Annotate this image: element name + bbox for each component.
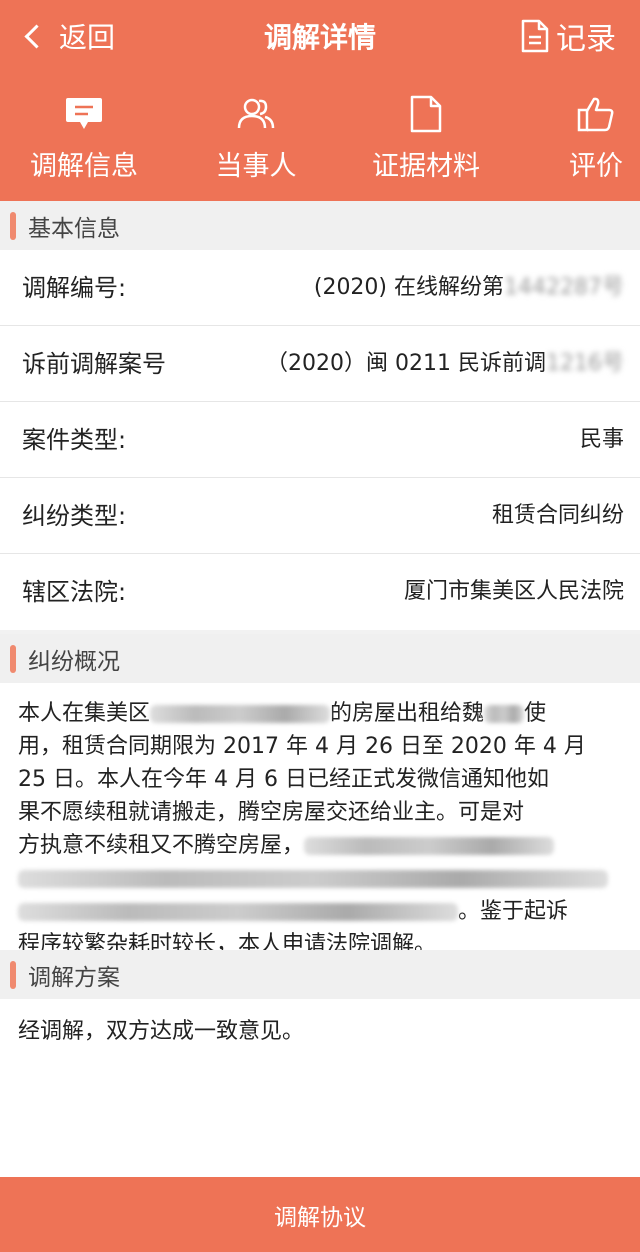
dispute-text: 本人在集美区 的房屋出租给魏 使 用，租赁合同期限为 2017 年 4 月 26 日… bbox=[0, 683, 640, 961]
tab-mediation-info[interactable]: 调解信息 bbox=[26, 94, 142, 183]
section-title: 基本信息 bbox=[28, 215, 120, 242]
app-header: 返回 调解详情 记录 调解信息 当事人 证据材料 评价 bbox=[0, 0, 640, 201]
tab-parties[interactable]: 当事人 bbox=[212, 94, 300, 183]
chat-bubble-icon bbox=[64, 94, 104, 134]
row-value: 租赁合同纠纷 bbox=[491, 503, 624, 528]
tab-label: 调解信息 bbox=[30, 151, 138, 182]
mediation-agreement-button[interactable]: 调解协议 bbox=[0, 1177, 640, 1252]
row-value-blurred: 1216号 bbox=[546, 351, 624, 376]
info-row-dispute-type: 纠纷类型: 租赁合同纠纷 bbox=[0, 478, 640, 554]
dispute-text-line: 25 日。本人在今年 4 月 6 日已经正式发微信通知他如 bbox=[18, 767, 549, 792]
row-value: 民事 bbox=[579, 427, 624, 452]
info-row-case-type: 案件类型: 民事 bbox=[0, 402, 640, 478]
dispute-text-segment: 本人在集美区 bbox=[18, 701, 151, 726]
section-dispute-overview: 纠纷概况 bbox=[0, 634, 640, 683]
thumbs-up-icon bbox=[577, 94, 615, 134]
tab-label: 当事人 bbox=[215, 151, 297, 182]
section-basic-info: 基本信息 bbox=[0, 201, 640, 250]
row-value-blurred: 1442287号 bbox=[504, 275, 624, 300]
info-row-case-number: 诉前调解案号 （2020）闽 0211 民诉前调1216号 bbox=[0, 326, 640, 402]
record-button[interactable]: 记录 bbox=[520, 14, 616, 58]
row-value-text: （2020）闽 0211 民诉前调 bbox=[266, 351, 546, 376]
document-icon bbox=[409, 94, 443, 134]
row-label: 纠纷类型: bbox=[22, 502, 127, 530]
dispute-text-segment: 的房屋出租给魏 bbox=[330, 701, 485, 726]
row-value: 厦门市集美区人民法院 bbox=[403, 579, 624, 604]
section-accent-bar bbox=[10, 211, 16, 240]
row-label: 辖区法院: bbox=[22, 578, 127, 606]
redacted-text bbox=[18, 870, 608, 888]
redacted-text bbox=[304, 837, 555, 855]
record-label: 记录 bbox=[556, 22, 616, 57]
people-icon bbox=[235, 94, 277, 134]
top-bar: 返回 调解详情 记录 bbox=[0, 0, 640, 72]
redacted-text bbox=[150, 705, 331, 723]
tab-label: 证据材料 bbox=[372, 151, 480, 182]
tab-evidence[interactable]: 证据材料 bbox=[368, 94, 484, 183]
row-value: （2020）闽 0211 民诉前调1216号 bbox=[266, 326, 624, 402]
chevron-left-icon bbox=[24, 23, 49, 49]
tab-label: 评价 bbox=[569, 151, 623, 182]
back-button[interactable]: 返回 bbox=[20, 14, 115, 58]
section-mediation-plan: 调解方案 bbox=[0, 950, 640, 999]
info-row-mediation-number: 调解编号: (2020) 在线解纷第1442287号 bbox=[0, 250, 640, 326]
tab-rating[interactable]: 评价 bbox=[566, 94, 626, 183]
section-accent-bar bbox=[10, 960, 16, 989]
section-accent-bar bbox=[10, 644, 16, 673]
row-label: 调解编号: bbox=[22, 274, 127, 302]
section-title: 调解方案 bbox=[28, 964, 120, 991]
dispute-text-line: 果不愿续租就请搬走，腾空房屋交还给业主。可是对 bbox=[18, 800, 525, 825]
row-label: 诉前调解案号 bbox=[22, 350, 166, 378]
section-title: 纠纷概况 bbox=[28, 648, 120, 675]
row-value: (2020) 在线解纷第1442287号 bbox=[314, 250, 624, 326]
mediation-plan-text: 经调解，双方达成一致意见。 bbox=[18, 1019, 305, 1044]
dispute-text-segment: 。鉴于起诉 bbox=[458, 899, 569, 924]
back-label: 返回 bbox=[59, 21, 116, 54]
info-row-court: 辖区法院: 厦门市集美区人民法院 bbox=[0, 554, 640, 630]
mediation-plan-content: 经调解，双方达成一致意见。 bbox=[0, 999, 640, 1177]
redacted-text bbox=[484, 705, 525, 723]
dispute-text-line: 用，租赁合同期限为 2017 年 4 月 26 日至 2020 年 4 月 bbox=[18, 734, 586, 759]
redacted-text bbox=[18, 903, 458, 921]
dispute-text-segment: 方执意不续租又不腾空房屋， bbox=[18, 833, 305, 858]
dispute-description: 本人在集美区 的房屋出租给魏 使 用，租赁合同期限为 2017 年 4 月 26 日… bbox=[0, 683, 640, 957]
document-icon bbox=[521, 19, 549, 53]
row-value-text: (2020) 在线解纷第 bbox=[313, 275, 505, 300]
row-label: 案件类型: bbox=[22, 426, 127, 454]
tab-bar: 调解信息 当事人 证据材料 评价 bbox=[0, 94, 640, 194]
dispute-text-segment: 使 bbox=[524, 701, 547, 726]
